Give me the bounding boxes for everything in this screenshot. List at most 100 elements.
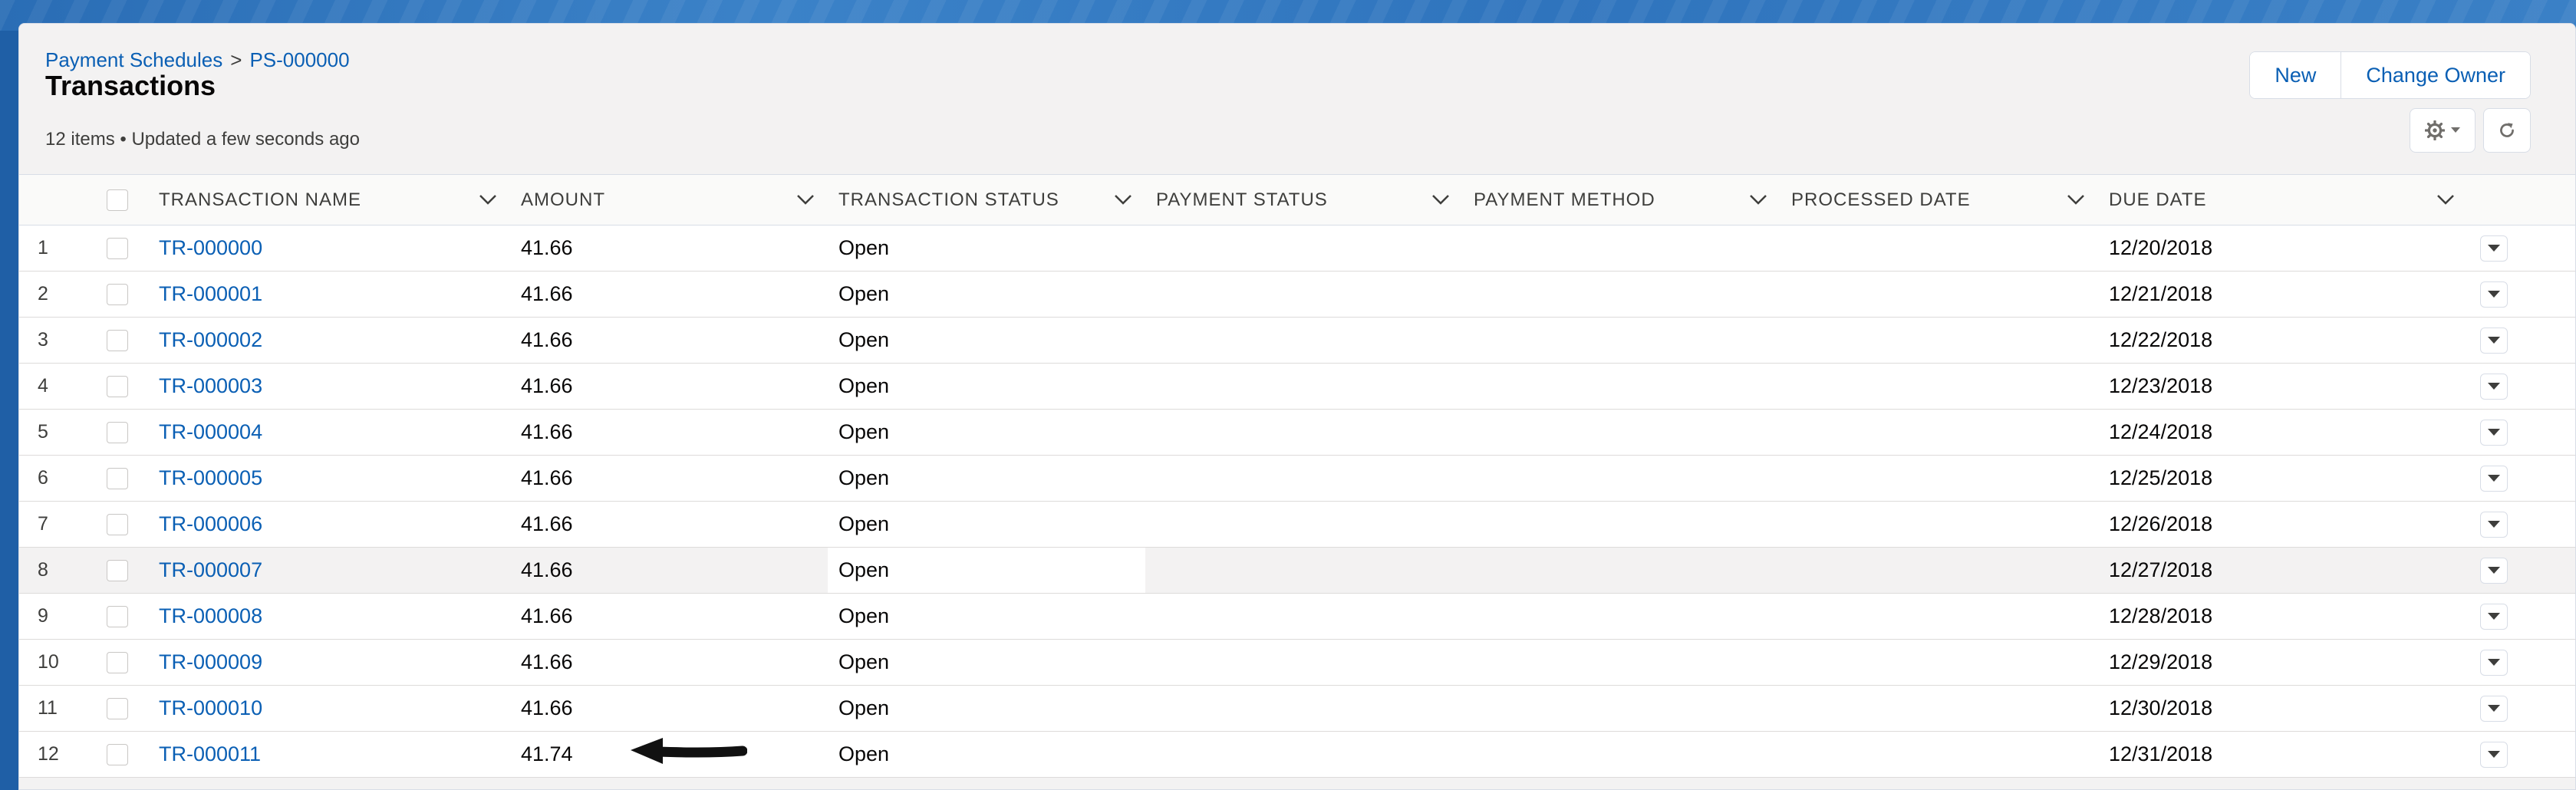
row-checkbox[interactable] xyxy=(107,605,128,627)
row-checkbox[interactable] xyxy=(107,467,128,489)
table-row: 7 TR-000006 41.66 Open 12/26/2018 xyxy=(19,502,2575,548)
breadcrumb-record-link[interactable]: PS-000000 xyxy=(249,48,349,71)
transaction-link[interactable]: TR-000008 xyxy=(159,604,262,627)
transaction-link[interactable]: TR-000011 xyxy=(159,742,261,765)
payment-method-cell xyxy=(1463,410,1780,456)
transaction-link[interactable]: TR-000003 xyxy=(159,374,262,397)
payment-status-cell xyxy=(1145,640,1463,686)
row-action-button[interactable] xyxy=(2480,327,2508,354)
row-checkbox[interactable] xyxy=(107,237,128,259)
transaction-link[interactable]: TR-000000 xyxy=(159,236,262,259)
processed-date-cell xyxy=(1780,686,2098,732)
row-action-cell xyxy=(2468,225,2575,272)
new-button[interactable]: New xyxy=(2250,52,2341,98)
chevron-down-icon[interactable] xyxy=(2436,192,2456,207)
row-checkbox[interactable] xyxy=(107,375,128,397)
table-row: 3 TR-000002 41.66 Open 12/22/2018 xyxy=(19,318,2575,364)
transaction-link[interactable]: TR-000004 xyxy=(159,420,262,443)
gear-icon xyxy=(2425,120,2445,140)
row-select-cell xyxy=(96,594,148,640)
column-header-amount[interactable]: AMOUNT xyxy=(510,174,828,225)
row-action-button[interactable] xyxy=(2480,419,2508,446)
table-row: 4 TR-000003 41.66 Open 12/23/2018 xyxy=(19,364,2575,410)
row-checkbox[interactable] xyxy=(107,697,128,719)
transaction-name-cell: TR-000001 xyxy=(148,272,510,318)
column-header-name[interactable]: TRANSACTION NAME xyxy=(148,174,510,225)
column-header-due-date[interactable]: DUE DATE xyxy=(2098,174,2468,225)
column-label: PAYMENT STATUS xyxy=(1156,189,1328,210)
processed-date-cell xyxy=(1780,456,2098,502)
row-action-button[interactable] xyxy=(2480,373,2508,400)
amount-cell: 41.66 xyxy=(521,328,573,351)
caret-down-icon xyxy=(2488,474,2500,482)
caret-down-icon xyxy=(2488,428,2500,436)
chevron-down-icon[interactable] xyxy=(478,192,498,207)
refresh-button[interactable] xyxy=(2483,108,2531,153)
column-header-payment-method[interactable]: PAYMENT METHOD xyxy=(1463,174,1780,225)
chevron-down-icon[interactable] xyxy=(796,192,815,207)
column-header-payment-status[interactable]: PAYMENT STATUS xyxy=(1145,174,1463,225)
amount-cell: 41.66 xyxy=(521,374,573,397)
caret-down-icon xyxy=(2488,244,2500,252)
chevron-down-icon[interactable] xyxy=(1431,192,1451,207)
transaction-link[interactable]: TR-000009 xyxy=(159,650,262,673)
transaction-link[interactable]: TR-000010 xyxy=(159,696,262,719)
row-checkbox[interactable] xyxy=(107,329,128,351)
breadcrumb-separator: > xyxy=(230,48,242,71)
change-owner-button[interactable]: Change Owner xyxy=(2340,52,2530,98)
row-number: 9 xyxy=(38,605,48,627)
row-checkbox[interactable] xyxy=(107,743,128,765)
row-checkbox[interactable] xyxy=(107,559,128,581)
chevron-down-icon[interactable] xyxy=(2066,192,2086,207)
column-header-transaction-status[interactable]: TRANSACTION STATUS xyxy=(828,174,1145,225)
transaction-link[interactable]: TR-000007 xyxy=(159,558,262,581)
row-action-button[interactable] xyxy=(2480,603,2508,630)
row-action-cell xyxy=(2468,640,2575,686)
chevron-down-icon[interactable] xyxy=(1113,192,1133,207)
row-select-cell xyxy=(96,502,148,548)
column-header-processed-date[interactable]: PROCESSED DATE xyxy=(1780,174,2098,225)
row-action-cell xyxy=(2468,364,2575,410)
chevron-down-icon[interactable] xyxy=(1748,192,1768,207)
row-action-button[interactable] xyxy=(2480,465,2508,492)
amount-cell: 41.66 xyxy=(521,604,573,627)
column-label: TRANSACTION STATUS xyxy=(838,189,1059,210)
breadcrumb-parent-link[interactable]: Payment Schedules xyxy=(45,48,222,71)
row-action-button[interactable] xyxy=(2480,649,2508,676)
transaction-link[interactable]: TR-000006 xyxy=(159,512,262,535)
list-settings-button[interactable] xyxy=(2410,108,2476,153)
payment-status-cell xyxy=(1145,410,1463,456)
amount-cell: 41.66 xyxy=(521,650,573,673)
row-action-button[interactable] xyxy=(2480,235,2508,262)
arrow-left-icon xyxy=(631,738,747,764)
due-date-cell: 12/25/2018 xyxy=(2109,466,2213,489)
row-select-cell xyxy=(96,456,148,502)
caret-down-icon xyxy=(2488,290,2500,298)
column-label: TRANSACTION NAME xyxy=(159,189,362,210)
row-number-header xyxy=(19,174,96,225)
row-checkbox[interactable] xyxy=(107,421,128,443)
payment-method-cell xyxy=(1463,594,1780,640)
caret-down-icon xyxy=(2488,382,2500,390)
row-select-cell xyxy=(96,640,148,686)
row-checkbox[interactable] xyxy=(107,651,128,673)
select-all-checkbox[interactable] xyxy=(107,189,128,211)
row-action-button[interactable] xyxy=(2480,557,2508,584)
row-action-cell xyxy=(2468,548,2575,594)
row-action-button[interactable] xyxy=(2480,695,2508,722)
processed-date-cell xyxy=(1780,732,2098,778)
row-checkbox[interactable] xyxy=(107,283,128,305)
transaction-name-cell: TR-000009 xyxy=(148,640,510,686)
transaction-link[interactable]: TR-000005 xyxy=(159,466,262,489)
row-checkbox[interactable] xyxy=(107,513,128,535)
transaction-link[interactable]: TR-000001 xyxy=(159,282,262,305)
row-action-button[interactable] xyxy=(2480,741,2508,768)
row-action-button[interactable] xyxy=(2480,511,2508,538)
row-action-button[interactable] xyxy=(2480,281,2508,308)
transaction-status-cell: Open xyxy=(838,420,890,443)
due-date-cell: 12/24/2018 xyxy=(2109,420,2213,443)
caret-down-icon xyxy=(2488,336,2500,344)
transaction-link[interactable]: TR-000002 xyxy=(159,328,262,351)
row-select-cell xyxy=(96,364,148,410)
table-row: 6 TR-000005 41.66 Open 12/25/2018 xyxy=(19,456,2575,502)
